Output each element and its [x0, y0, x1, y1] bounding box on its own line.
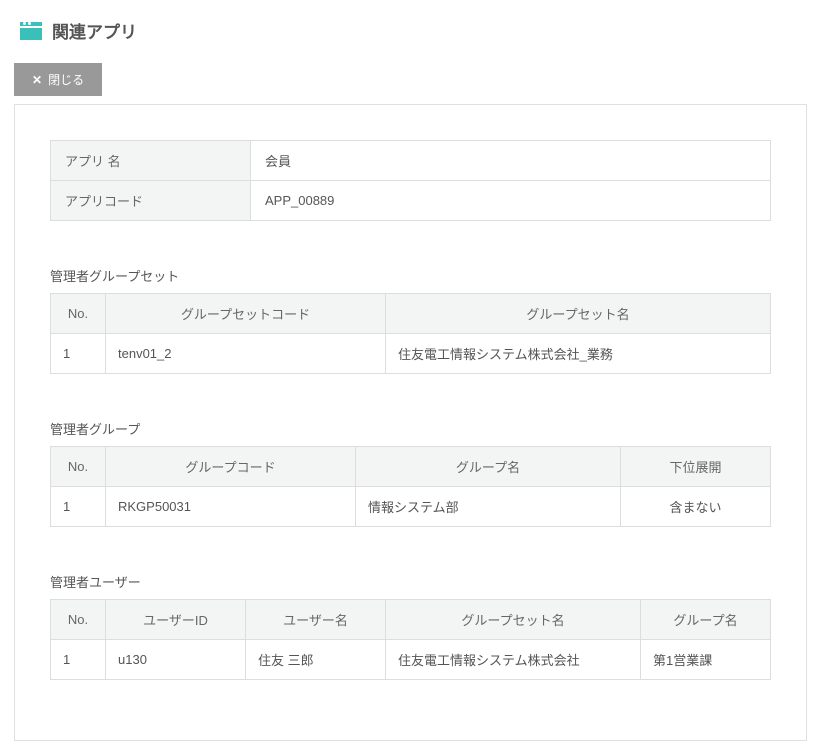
app-icon [20, 22, 42, 40]
app-name-label: アプリ 名 [51, 141, 251, 181]
col-code: グループセットコード [106, 294, 386, 334]
table-row: アプリ 名 会員 [51, 141, 771, 181]
user-section-title: 管理者ユーザー [50, 572, 771, 591]
close-icon: ✕ [32, 73, 42, 87]
col-code: グループコード [106, 447, 356, 487]
group-section-title: 管理者グループ [50, 419, 771, 438]
table-row: 1 RKGP50031 情報システム部 含まない [51, 487, 771, 527]
close-button-label: 閉じる [48, 71, 84, 88]
col-no: No. [51, 447, 106, 487]
table-header-row: No. ユーザーID ユーザー名 グループセット名 グループ名 [51, 600, 771, 640]
col-groupset: グループセット名 [386, 600, 641, 640]
app-name-value: 会員 [251, 141, 771, 181]
user-table: No. ユーザーID ユーザー名 グループセット名 グループ名 1 u130 住… [50, 599, 771, 680]
cell-expand: 含まない [621, 487, 771, 527]
cell-code: RKGP50031 [106, 487, 356, 527]
cell-name: 住友電工情報システム株式会社_業務 [386, 334, 771, 374]
table-row: 1 u130 住友 三郎 住友電工情報システム株式会社 第1営業課 [51, 640, 771, 680]
page-header: 関連アプリ [0, 0, 821, 55]
table-row: 1 tenv01_2 住友電工情報システム株式会社_業務 [51, 334, 771, 374]
group-table: No. グループコード グループ名 下位展開 1 RKGP50031 情報システ… [50, 446, 771, 527]
app-code-value: APP_00889 [251, 181, 771, 221]
col-userid: ユーザーID [106, 600, 246, 640]
groupset-section-title: 管理者グループセット [50, 266, 771, 285]
cell-no: 1 [51, 334, 106, 374]
cell-userid: u130 [106, 640, 246, 680]
user-section: 管理者ユーザー No. ユーザーID ユーザー名 グループセット名 グループ名 … [50, 572, 771, 680]
groupset-table: No. グループセットコード グループセット名 1 tenv01_2 住友電工情… [50, 293, 771, 374]
groupset-section: 管理者グループセット No. グループセットコード グループセット名 1 ten… [50, 266, 771, 374]
cell-group: 第1営業課 [641, 640, 771, 680]
cell-name: 情報システム部 [356, 487, 621, 527]
close-button[interactable]: ✕ 閉じる [14, 63, 102, 96]
col-no: No. [51, 294, 106, 334]
col-name: グループセット名 [386, 294, 771, 334]
cell-username: 住友 三郎 [246, 640, 386, 680]
table-header-row: No. グループセットコード グループセット名 [51, 294, 771, 334]
table-header-row: No. グループコード グループ名 下位展開 [51, 447, 771, 487]
col-username: ユーザー名 [246, 600, 386, 640]
col-no: No. [51, 600, 106, 640]
col-name: グループ名 [356, 447, 621, 487]
page-title: 関連アプリ [52, 18, 137, 43]
col-expand: 下位展開 [621, 447, 771, 487]
cell-no: 1 [51, 487, 106, 527]
cell-groupset: 住友電工情報システム株式会社 [386, 640, 641, 680]
col-group: グループ名 [641, 600, 771, 640]
cell-code: tenv01_2 [106, 334, 386, 374]
app-code-label: アプリコード [51, 181, 251, 221]
app-info-table: アプリ 名 会員 アプリコード APP_00889 [50, 140, 771, 221]
table-row: アプリコード APP_00889 [51, 181, 771, 221]
toolbar: ✕ 閉じる [0, 55, 821, 104]
cell-no: 1 [51, 640, 106, 680]
content-panel: アプリ 名 会員 アプリコード APP_00889 管理者グループセット No.… [14, 104, 807, 741]
group-section: 管理者グループ No. グループコード グループ名 下位展開 1 RKGP500… [50, 419, 771, 527]
